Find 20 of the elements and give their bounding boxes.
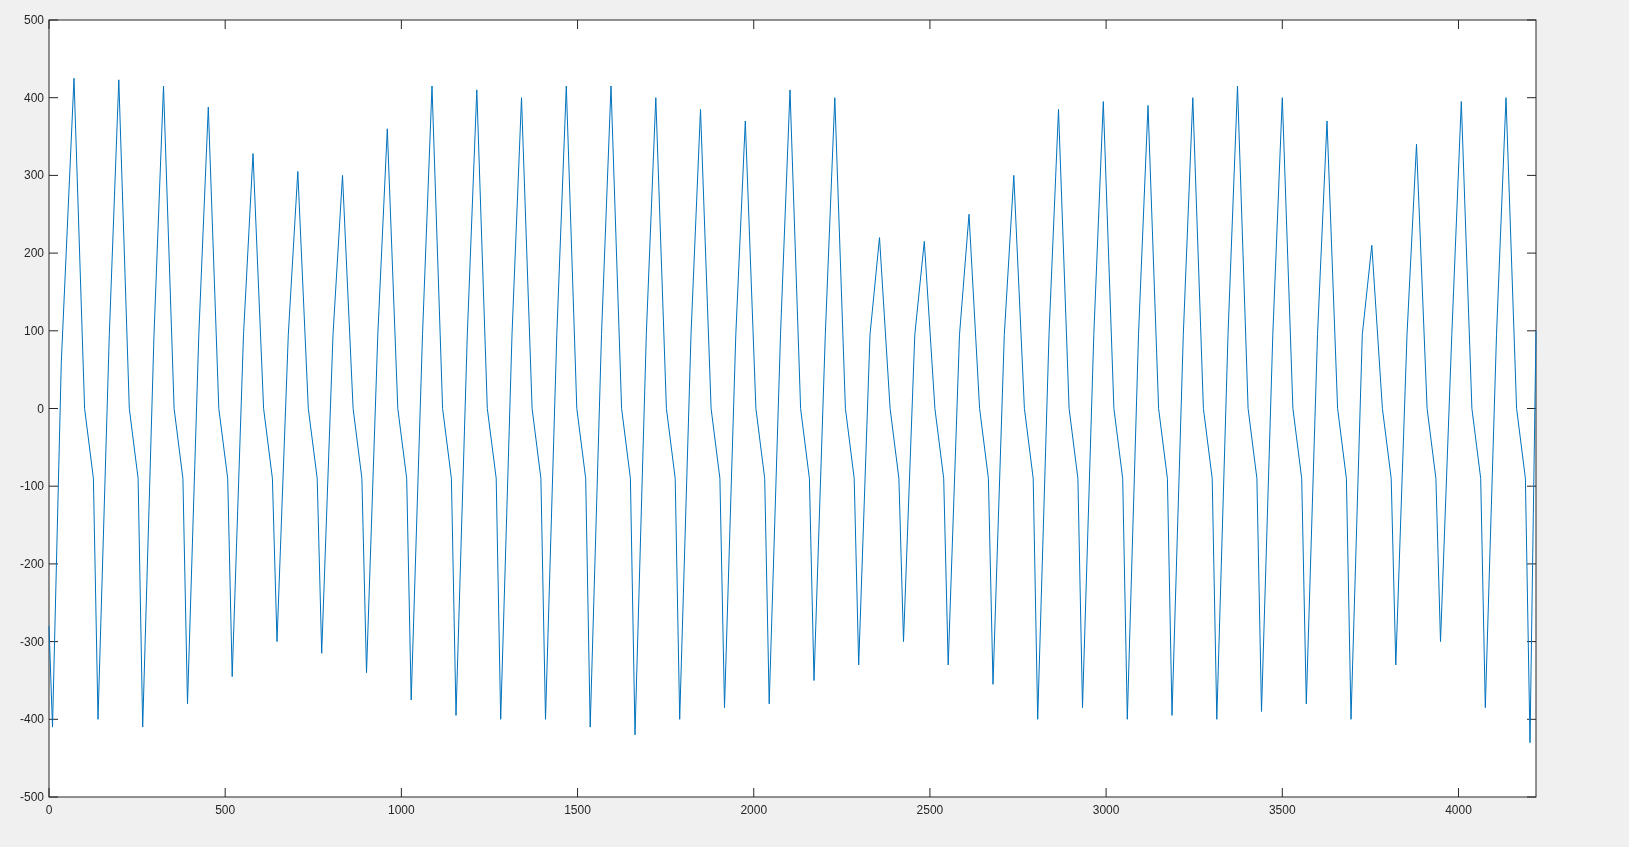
y-tick-label: 100 (23, 323, 44, 338)
y-tick-label: -300 (19, 634, 44, 649)
y-tick-label: -100 (19, 479, 44, 494)
x-tick-label: 500 (215, 803, 236, 817)
x-tick-label: 2000 (740, 803, 768, 817)
x-tick-label: 3000 (1092, 803, 1120, 817)
y-tick-label: 400 (23, 90, 44, 105)
x-tick-label: 4000 (1445, 803, 1472, 817)
y-tick-label: 500 (23, 13, 44, 27)
x-tick-label: 0 (45, 803, 53, 817)
y-tick-label: -500 (19, 790, 44, 804)
y-tick-label: 300 (23, 168, 44, 183)
x-tick-label: 1000 (388, 803, 415, 817)
y-tick-label: 200 (23, 246, 44, 261)
x-tick-label: 1500 (564, 803, 591, 817)
x-tick-label: 3500 (1268, 803, 1296, 817)
y-tick-label: -400 (19, 712, 44, 727)
y-tick-label: 0 (37, 401, 44, 416)
y-tick-label: -200 (19, 556, 44, 571)
x-tick-label: 2500 (916, 803, 944, 817)
